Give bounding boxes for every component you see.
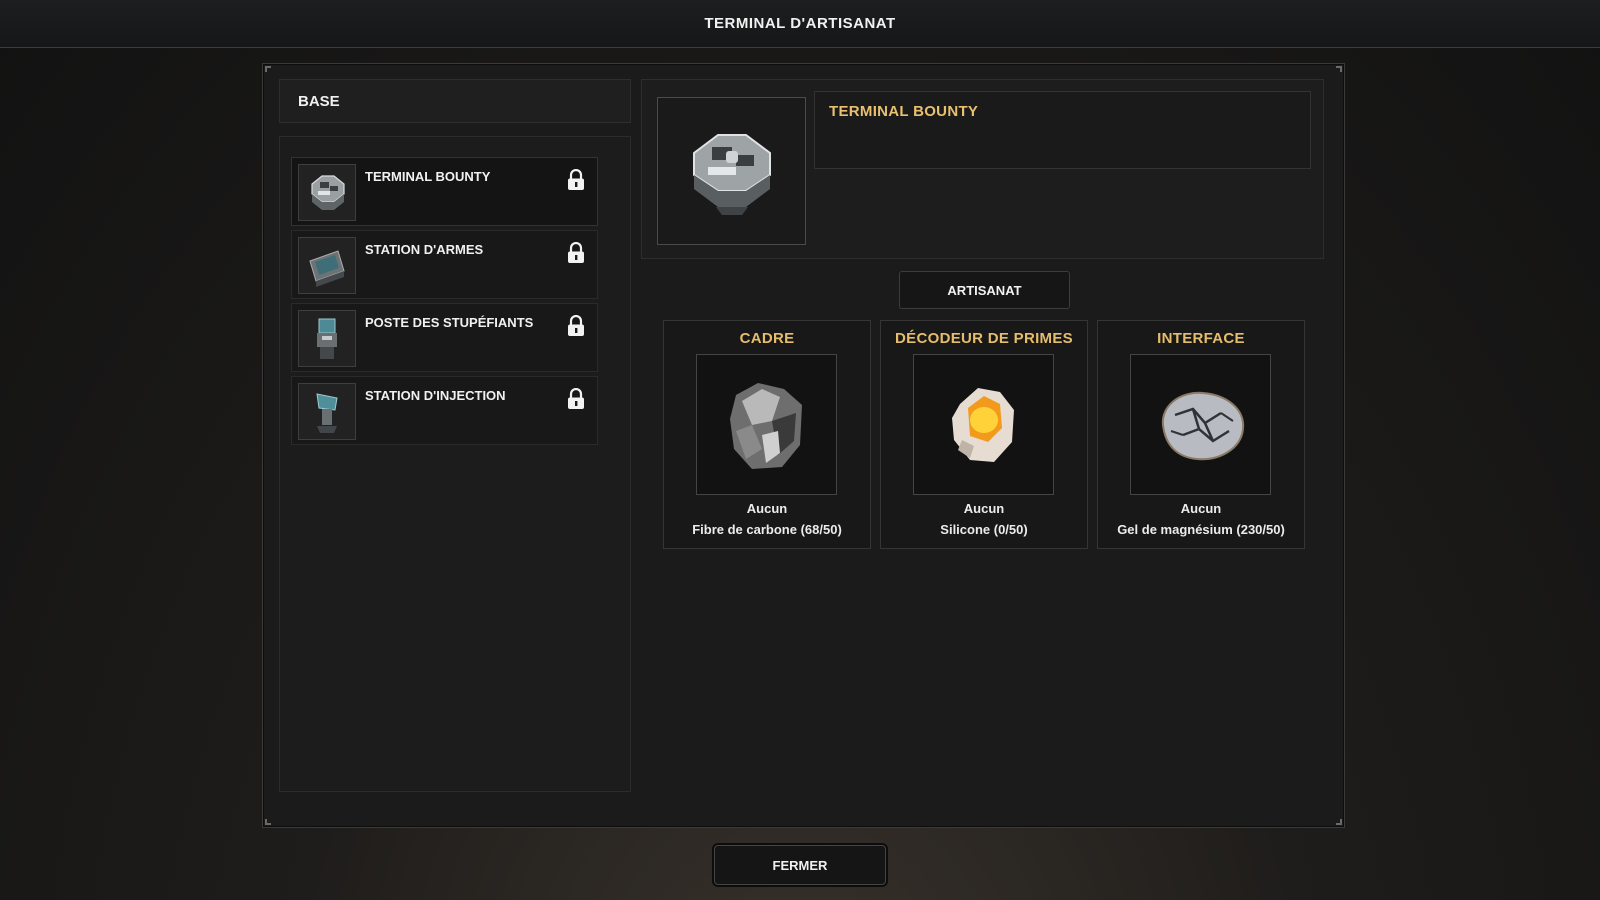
- close-button[interactable]: FERMER: [714, 845, 886, 885]
- craft-button-label: ARTISANAT: [947, 282, 1022, 298]
- ingredient-requirement: Silicone (0/50): [940, 522, 1028, 537]
- lock-icon: [568, 388, 584, 409]
- ingredient-selected: Aucun: [1180, 501, 1222, 516]
- recipe-detail: TERMINAL BOUNTY: [641, 79, 1324, 259]
- recipe-title: TERMINAL BOUNTY: [829, 103, 979, 120]
- ingredient-slot-cadre[interactable]: CADRE Aucun Fibre de carbone (68/50): [663, 320, 871, 549]
- recipe-item-label: STATION D'INJECTION: [365, 388, 506, 403]
- ingredient-slot-title: CADRE: [739, 330, 795, 347]
- page-title: TERMINAL D'ARTISANAT: [704, 15, 896, 32]
- corner-ornament: [265, 819, 271, 825]
- craft-button[interactable]: ARTISANAT: [899, 271, 1070, 309]
- corner-ornament: [1336, 66, 1342, 72]
- crafting-window: BASE TERMINAL BOUNTY STATION D'ARMES POS…: [262, 63, 1345, 828]
- recipe-title-box: TERMINAL BOUNTY: [814, 91, 1311, 169]
- corner-ornament: [1336, 819, 1342, 825]
- bounty-terminal-icon: [298, 164, 356, 221]
- ingredient-requirement: Fibre de carbone (68/50): [692, 522, 842, 537]
- bounty-terminal-icon: [657, 97, 806, 245]
- lock-icon: [568, 315, 584, 336]
- ingredient-requirement: Gel de magnésium (230/50): [1117, 522, 1285, 537]
- recipe-item-label: STATION D'ARMES: [365, 242, 484, 257]
- recipe-item-terminal-bounty[interactable]: TERMINAL BOUNTY: [291, 157, 598, 226]
- corner-ornament: [265, 66, 271, 72]
- ingredient-selected: Aucun: [963, 501, 1005, 516]
- carbon-fiber-icon: [696, 354, 837, 495]
- recipe-item-label: TERMINAL BOUNTY: [365, 169, 491, 184]
- ingredient-slot-interface[interactable]: INTERFACE Aucun Gel de magnésium (230/50…: [1097, 320, 1305, 549]
- injection-station-icon: [298, 383, 356, 440]
- silicone-icon: [913, 354, 1054, 495]
- magnesium-gel-icon: [1130, 354, 1271, 495]
- ingredient-slot-decodeur[interactable]: DÉCODEUR DE PRIMES Aucun Silicone (0/50): [880, 320, 1088, 549]
- title-bar: TERMINAL D'ARTISANAT: [0, 0, 1600, 48]
- lock-icon: [568, 169, 584, 190]
- close-button-label: FERMER: [772, 857, 828, 873]
- weapon-station-icon: [298, 237, 356, 294]
- recipe-item-station-injection[interactable]: STATION D'INJECTION: [291, 376, 598, 445]
- ingredient-selected: Aucun: [746, 501, 788, 516]
- category-header[interactable]: BASE: [279, 79, 631, 123]
- category-label: BASE: [298, 92, 340, 110]
- recipe-list: TERMINAL BOUNTY STATION D'ARMES POSTE DE…: [279, 136, 631, 792]
- recipe-item-poste-stupefiants[interactable]: POSTE DES STUPÉFIANTS: [291, 303, 598, 372]
- ingredient-slot-title: DÉCODEUR DE PRIMES: [895, 330, 1073, 347]
- recipe-item-label: POSTE DES STUPÉFIANTS: [365, 315, 534, 330]
- lock-icon: [568, 242, 584, 263]
- drug-station-icon: [298, 310, 356, 367]
- recipe-item-station-armes[interactable]: STATION D'ARMES: [291, 230, 598, 299]
- ingredient-slot-title: INTERFACE: [1157, 330, 1245, 347]
